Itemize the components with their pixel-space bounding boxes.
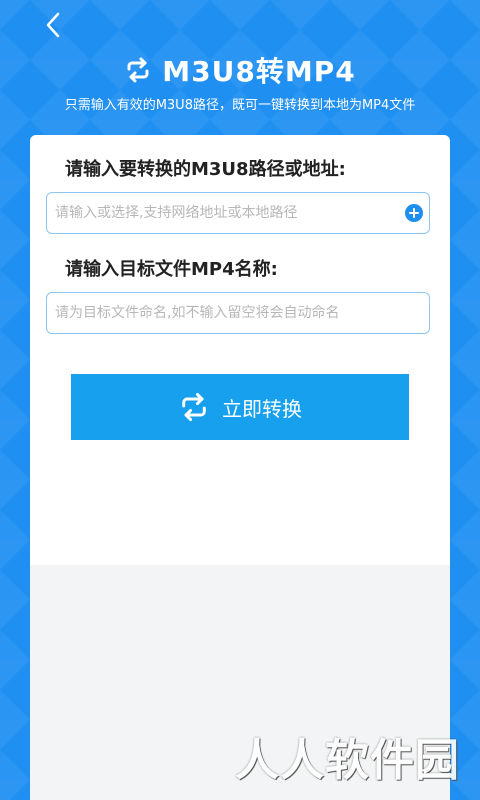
- target-name-input[interactable]: [53, 304, 423, 322]
- watermark: 人人软件园: [235, 735, 460, 786]
- convert-button-label: 立即转换: [222, 398, 302, 421]
- page-subtitle: 只需输入有效的M3U8路径，既可一键转换到本地为MP4文件: [64, 98, 416, 113]
- page-header: M3U8转MP4 只需输入有效的M3U8路径，既可一键转换到本地为MP4文件: [0, 50, 480, 113]
- form-card: 请输入要转换的M3U8路径或地址: 请输入目标文件MP4名称: 立即转换: [30, 135, 450, 800]
- source-path-field[interactable]: [46, 192, 430, 234]
- plus-glyph: [409, 208, 419, 218]
- convert-button[interactable]: 立即转换: [71, 374, 409, 440]
- plus-circle-icon[interactable]: [405, 204, 423, 222]
- page-title: M3U8转MP4: [162, 55, 356, 88]
- source-path-label: 请输入要转换的M3U8路径或地址:: [65, 159, 346, 180]
- title-row: M3U8转MP4: [0, 50, 480, 90]
- source-path-input[interactable]: [53, 204, 405, 222]
- target-name-label: 请输入目标文件MP4名称:: [65, 259, 278, 280]
- target-name-field[interactable]: [46, 292, 430, 334]
- convert-arrows-icon: [182, 392, 206, 422]
- convert-arrows-icon: [127, 57, 149, 83]
- chevron-left-icon: [46, 12, 60, 38]
- back-button[interactable]: [40, 10, 70, 40]
